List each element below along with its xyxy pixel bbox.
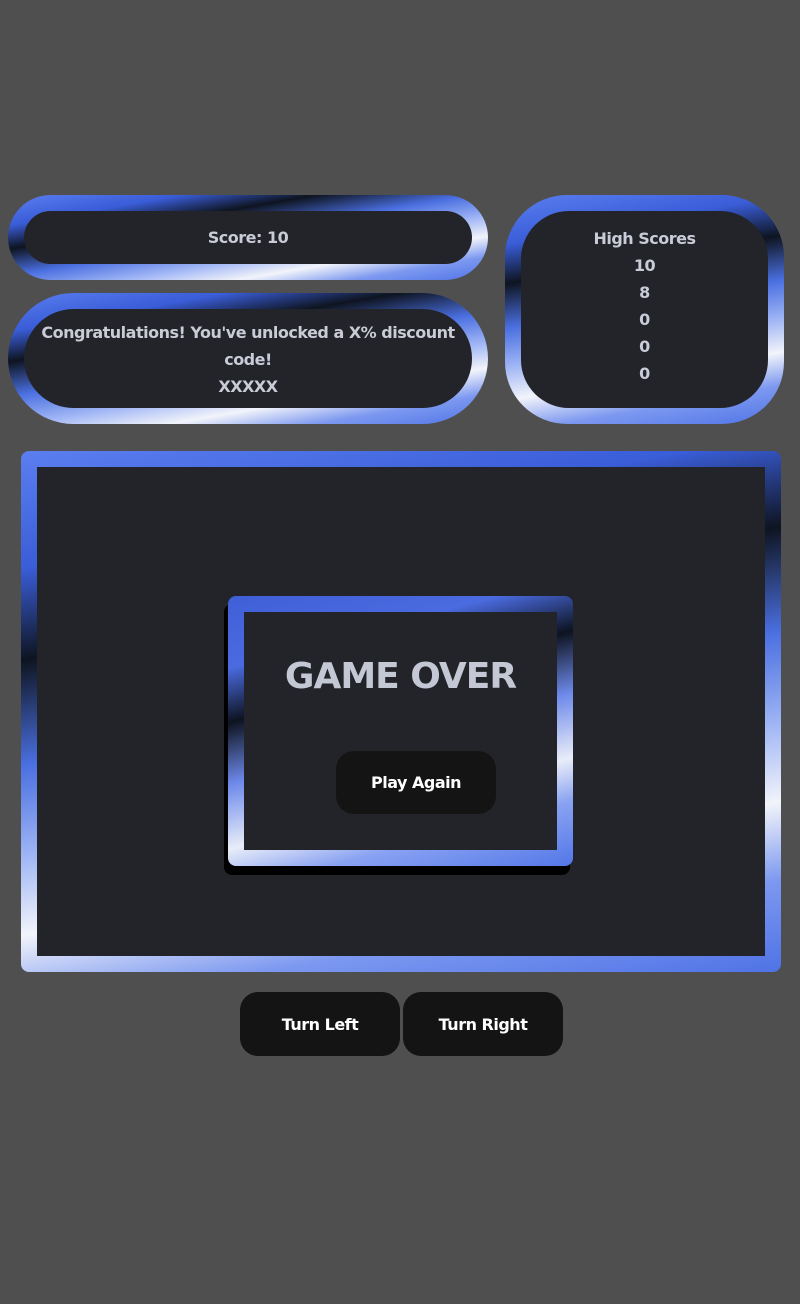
high-score-item: 0 [639, 364, 650, 383]
high-score-item: 8 [639, 283, 650, 302]
high-scores-display: High Scores 10 8 0 0 0 [521, 211, 768, 408]
score-panel: Score: 10 [8, 195, 488, 280]
high-scores-panel: High Scores 10 8 0 0 0 [505, 195, 784, 424]
game-over-content: GAME OVER Play Again [244, 612, 557, 850]
high-score-item: 0 [639, 310, 650, 329]
promo-display: Congratulations! You've unlocked a X% di… [24, 309, 472, 408]
score-label: Score: 10 [207, 228, 289, 247]
high-score-item: 10 [633, 256, 656, 275]
promo-panel: Congratulations! You've unlocked a X% di… [8, 293, 488, 424]
high-score-item: 0 [639, 337, 650, 356]
game-over-title: GAME OVER [284, 656, 517, 697]
promo-code: XXXXX [218, 377, 278, 396]
high-scores-title: High Scores [593, 229, 696, 248]
turn-right-button[interactable]: Turn Right [403, 992, 563, 1056]
game-over-dialog: GAME OVER Play Again [228, 596, 573, 866]
promo-message: Congratulations! You've unlocked a X% di… [41, 323, 455, 369]
play-again-button[interactable]: Play Again [336, 751, 496, 814]
score-display: Score: 10 [24, 211, 472, 264]
turn-left-button[interactable]: Turn Left [240, 992, 400, 1056]
